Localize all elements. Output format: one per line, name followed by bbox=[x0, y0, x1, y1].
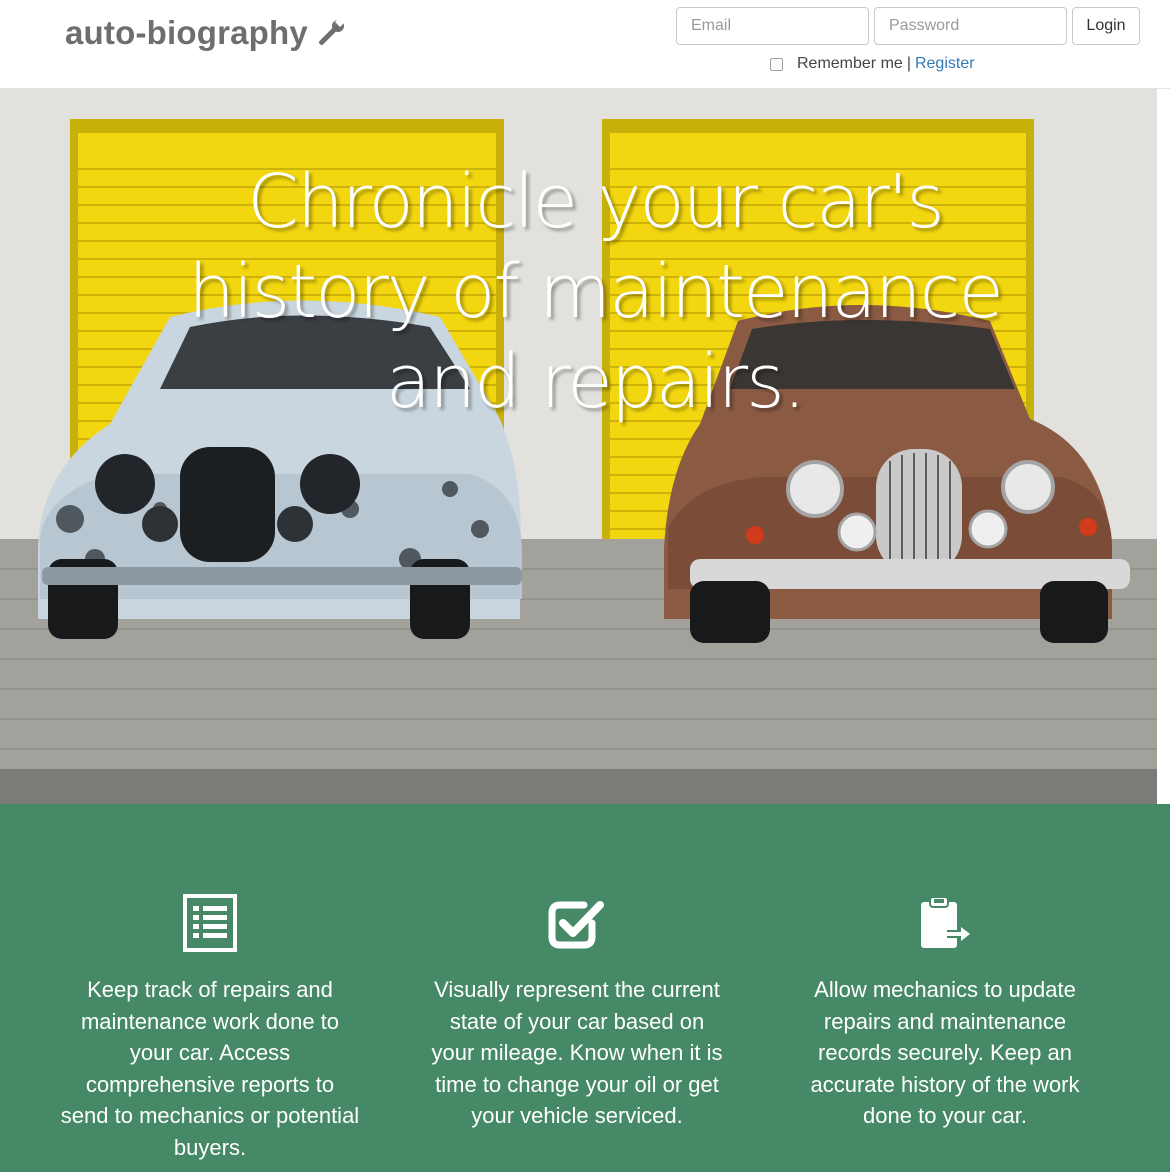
email-input[interactable] bbox=[676, 7, 869, 45]
hero-headline: Chronicle your car's history of maintena… bbox=[188, 159, 1004, 425]
hero-section: Chronicle your car's history of maintena… bbox=[0, 89, 1157, 804]
features-section: Keep track of repairs and maintenance wo… bbox=[0, 804, 1170, 1172]
feature-text: Allow mechanics to update repairs and ma… bbox=[810, 977, 1080, 1129]
feature-visualize-state: Visually represent the current state of … bbox=[427, 892, 727, 1132]
feature-text: Visually represent the current state of … bbox=[431, 977, 723, 1129]
feature-track-repairs: Keep track of repairs and maintenance wo… bbox=[60, 892, 360, 1164]
feature-mechanic-records: Allow mechanics to update repairs and ma… bbox=[795, 892, 1095, 1132]
remember-me-checkbox[interactable] bbox=[770, 57, 783, 71]
checkbox-icon bbox=[548, 901, 604, 949]
navbar: auto-biography Login Remember me | Regis… bbox=[0, 0, 1170, 89]
login-button[interactable]: Login bbox=[1072, 7, 1140, 45]
list-icon bbox=[183, 894, 237, 952]
separator: | bbox=[906, 55, 911, 72]
feature-text: Keep track of repairs and maintenance wo… bbox=[60, 977, 360, 1160]
remember-row: Remember me | Register bbox=[770, 53, 975, 75]
wrench-icon bbox=[318, 18, 345, 45]
brand-logo[interactable]: auto-biography bbox=[65, 14, 346, 52]
register-link[interactable]: Register bbox=[915, 55, 975, 73]
remember-me-label[interactable]: Remember me bbox=[797, 55, 903, 73]
password-input[interactable] bbox=[874, 7, 1067, 45]
clipboard-arrow-icon bbox=[921, 896, 970, 948]
brand-name: auto-biography bbox=[65, 14, 308, 51]
